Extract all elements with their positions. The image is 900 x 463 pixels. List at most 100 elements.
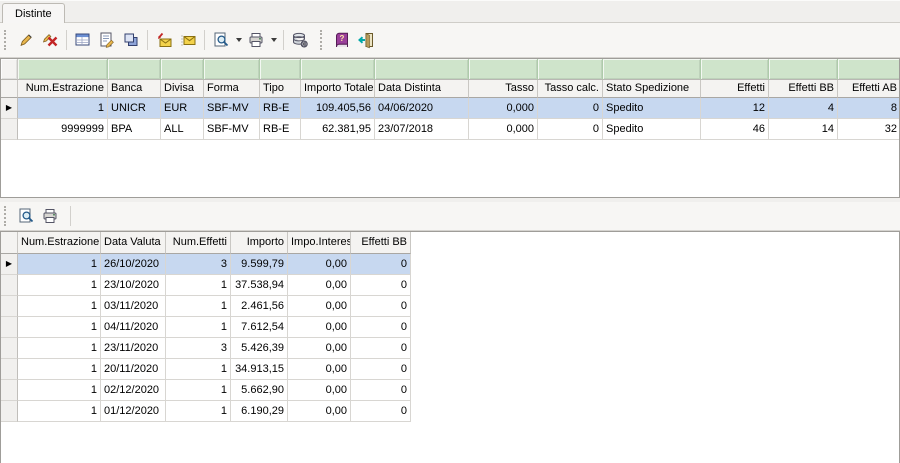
svg-text:?: ? [340, 34, 345, 43]
table-cell: 23/11/2020 [101, 338, 166, 359]
column-header[interactable]: Effetti [701, 80, 769, 98]
column-header[interactable]: Tasso calc. [538, 80, 603, 98]
help-button[interactable]: ? [330, 29, 354, 51]
mail-button[interactable] [176, 29, 200, 51]
properties-button[interactable] [95, 29, 119, 51]
band-cell [260, 59, 301, 80]
table-cell: 0 [351, 296, 411, 317]
row-selector[interactable] [1, 359, 18, 380]
toolbar-gripper[interactable] [320, 30, 327, 50]
table-row[interactable]: 9999999BPAALLSBF-MVRB-E62.381,9523/07/20… [1, 119, 900, 140]
column-header[interactable]: Banca [108, 80, 161, 98]
table-cell: 0 [351, 275, 411, 296]
column-header[interactable]: Impo.Interes [288, 232, 351, 254]
print-button[interactable] [244, 29, 268, 51]
column-header[interactable]: Effetti BB [351, 232, 411, 254]
table-row[interactable]: 104/11/202017.612,540,000 [1, 317, 900, 338]
send-mail-button[interactable] [152, 29, 176, 51]
table-row[interactable]: ▶126/10/202039.599,790,000 [1, 254, 900, 275]
table-row[interactable]: 123/10/2020137.538,940,000 [1, 275, 900, 296]
detail-print-button[interactable] [38, 205, 62, 227]
column-header[interactable]: Num.Effetti [166, 232, 231, 254]
column-header[interactable]: Divisa [161, 80, 204, 98]
column-header[interactable]: Importo [231, 232, 288, 254]
table-cell: 1 [18, 317, 101, 338]
table-cell: 5.426,39 [231, 338, 288, 359]
row-selector[interactable] [1, 275, 18, 296]
column-header[interactable]: Data Valuta [101, 232, 166, 254]
table-cell: 62.381,95 [301, 119, 375, 140]
copy-button[interactable] [119, 29, 143, 51]
tab-distinte[interactable]: Distinte [2, 3, 65, 24]
table-cell: 0,00 [288, 359, 351, 380]
table-row[interactable]: 103/11/202012.461,560,000 [1, 296, 900, 317]
column-header[interactable]: Tipo [260, 80, 301, 98]
table-cell: 5.662,90 [231, 380, 288, 401]
toolbar-gripper[interactable] [4, 30, 11, 50]
table-cell: 1 [166, 401, 231, 422]
table-cell: 0,00 [288, 296, 351, 317]
table-cell: 1 [166, 380, 231, 401]
table-cell: 0 [351, 317, 411, 338]
row-selector[interactable] [1, 296, 18, 317]
print-dropdown[interactable] [268, 29, 279, 51]
row-selector[interactable]: ▶ [1, 254, 18, 275]
row-selector[interactable] [1, 401, 18, 422]
row-selector[interactable] [1, 119, 18, 140]
table-row[interactable]: 120/11/2020134.913,150,000 [1, 359, 900, 380]
column-header[interactable]: Effetti AB [838, 80, 900, 98]
copy-layers-icon [122, 31, 140, 49]
table-cell: 0,00 [288, 317, 351, 338]
header-row: Num.EstrazioneData ValutaNum.EffettiImpo… [1, 232, 900, 254]
row-selector[interactable]: ▶ [1, 98, 18, 119]
table-cell: 9.599,79 [231, 254, 288, 275]
column-header[interactable]: Stato Spedizione [603, 80, 701, 98]
toolbar-separator [283, 30, 284, 50]
table-cell: 0,00 [288, 401, 351, 422]
band-cell [538, 59, 603, 80]
print-preview-button[interactable] [209, 29, 233, 51]
table-cell: 8 [838, 98, 900, 119]
exit-button[interactable] [354, 29, 378, 51]
dettaglio-grid: Num.EstrazioneData ValutaNum.EffettiImpo… [0, 231, 900, 463]
table-cell: 3 [166, 338, 231, 359]
column-header[interactable]: Effetti BB [769, 80, 838, 98]
toolbar-separator [66, 30, 67, 50]
row-selector[interactable] [1, 380, 18, 401]
column-header[interactable]: Forma [204, 80, 260, 98]
row-selector[interactable] [1, 338, 18, 359]
table-row[interactable]: 102/12/202015.662,900,000 [1, 380, 900, 401]
table-cell: 1 [18, 359, 101, 380]
band-corner [1, 59, 18, 80]
table-cell: 1 [18, 401, 101, 422]
properties-sheet-icon [98, 31, 116, 49]
column-header[interactable]: Num.Estrazione [18, 232, 101, 254]
column-header[interactable]: Importo Totale [301, 80, 375, 98]
band-cell [769, 59, 838, 80]
band-cell [838, 59, 900, 80]
table-cell: 37.538,94 [231, 275, 288, 296]
table-cell: 32 [838, 119, 900, 140]
table-row[interactable]: ▶1UNICREURSBF-MVRB-E109.405,5604/06/2020… [1, 98, 900, 119]
pencil-icon [17, 31, 35, 49]
row-selector[interactable] [1, 317, 18, 338]
table-cell: 1 [166, 275, 231, 296]
column-header[interactable]: Tasso [469, 80, 538, 98]
edit-button[interactable] [14, 29, 38, 51]
database-gear-icon [291, 31, 309, 49]
cancel-edit-button[interactable] [38, 29, 62, 51]
detail-table-button[interactable] [71, 29, 95, 51]
table-cell: 7.612,54 [231, 317, 288, 338]
table-row[interactable]: 123/11/202035.426,390,000 [1, 338, 900, 359]
table-row[interactable]: 101/12/202016.190,290,000 [1, 401, 900, 422]
detail-print-preview-button[interactable] [14, 205, 38, 227]
column-header[interactable]: Data Distinta [375, 80, 469, 98]
table-cell: 0,000 [469, 119, 538, 140]
table-cell: ALL [161, 119, 204, 140]
table-cell: 02/12/2020 [101, 380, 166, 401]
print-preview-dropdown[interactable] [233, 29, 244, 51]
header-row: Num.EstrazioneBancaDivisaFormaTipoImport… [1, 80, 900, 98]
database-settings-button[interactable] [288, 29, 312, 51]
column-header[interactable]: Num.Estrazione [18, 80, 108, 98]
toolbar-gripper[interactable] [4, 206, 11, 226]
